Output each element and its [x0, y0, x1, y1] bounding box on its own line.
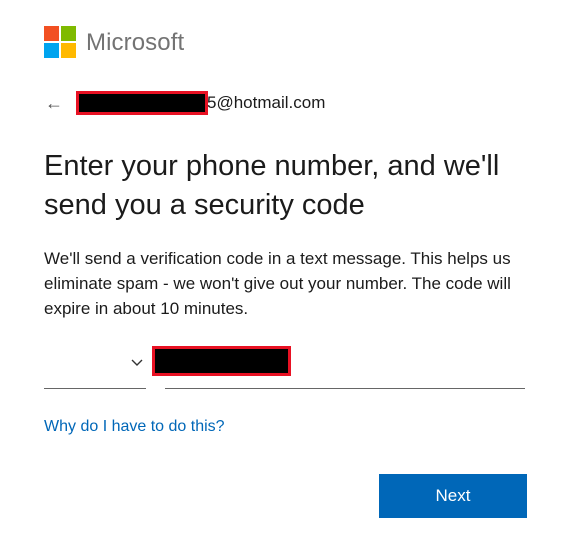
- logo-square-green: [61, 26, 76, 41]
- country-code-select[interactable]: [44, 352, 146, 389]
- logo-square-yellow: [61, 43, 76, 58]
- redacted-phone-number: [155, 349, 288, 373]
- logo-square-blue: [44, 43, 59, 58]
- next-button[interactable]: Next: [379, 474, 527, 518]
- page-title: Enter your phone number, and we'll send …: [44, 150, 500, 221]
- chevron-down-icon: [131, 359, 143, 366]
- why-link[interactable]: Why do I have to do this?: [44, 418, 225, 436]
- redacted-email-prefix: [79, 94, 205, 112]
- logo-square-red: [44, 26, 59, 41]
- identity-banner: ← 5@hotmail.com: [45, 93, 325, 113]
- brand-name: Microsoft: [86, 28, 185, 56]
- microsoft-logo-icon: [44, 26, 77, 59]
- arrow-left-icon[interactable]: ←: [45, 94, 65, 112]
- description-text: We'll send a verification code in a text…: [44, 249, 511, 318]
- microsoft-logo: Microsoft: [44, 26, 184, 59]
- email-address: 5@hotmail.com: [207, 93, 326, 112]
